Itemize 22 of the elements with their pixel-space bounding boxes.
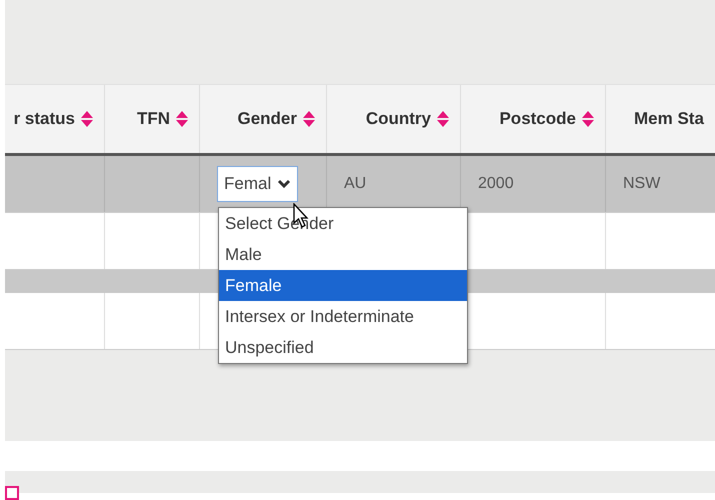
table-row[interactable]: Femal AU 2000 NSW [5,156,715,213]
table-cell: AU [344,175,366,193]
column-header[interactable]: Mem Sta [634,109,704,129]
table-cell: 2000 [478,175,514,193]
gender-select[interactable]: Femal [217,166,298,202]
dropdown-option[interactable]: Intersex or Indeterminate [219,301,467,332]
checkbox[interactable] [5,486,19,500]
column-header[interactable]: Postcode [499,109,576,129]
dropdown-option[interactable]: Male [219,239,467,270]
dropdown-option[interactable]: Female [219,270,467,301]
sort-icon[interactable] [436,110,450,128]
sort-icon[interactable] [302,110,316,128]
sort-icon[interactable] [80,110,94,128]
column-header[interactable]: Gender [237,109,297,129]
sort-icon[interactable] [581,110,595,128]
column-header[interactable]: Country [366,109,431,129]
table-cell: NSW [623,175,660,193]
column-header[interactable]: r status [14,109,75,129]
chevron-icon [277,179,292,189]
dropdown-option[interactable]: Unspecified [219,332,467,363]
sort-icon[interactable] [175,110,189,128]
column-header[interactable]: TFN [136,109,170,129]
